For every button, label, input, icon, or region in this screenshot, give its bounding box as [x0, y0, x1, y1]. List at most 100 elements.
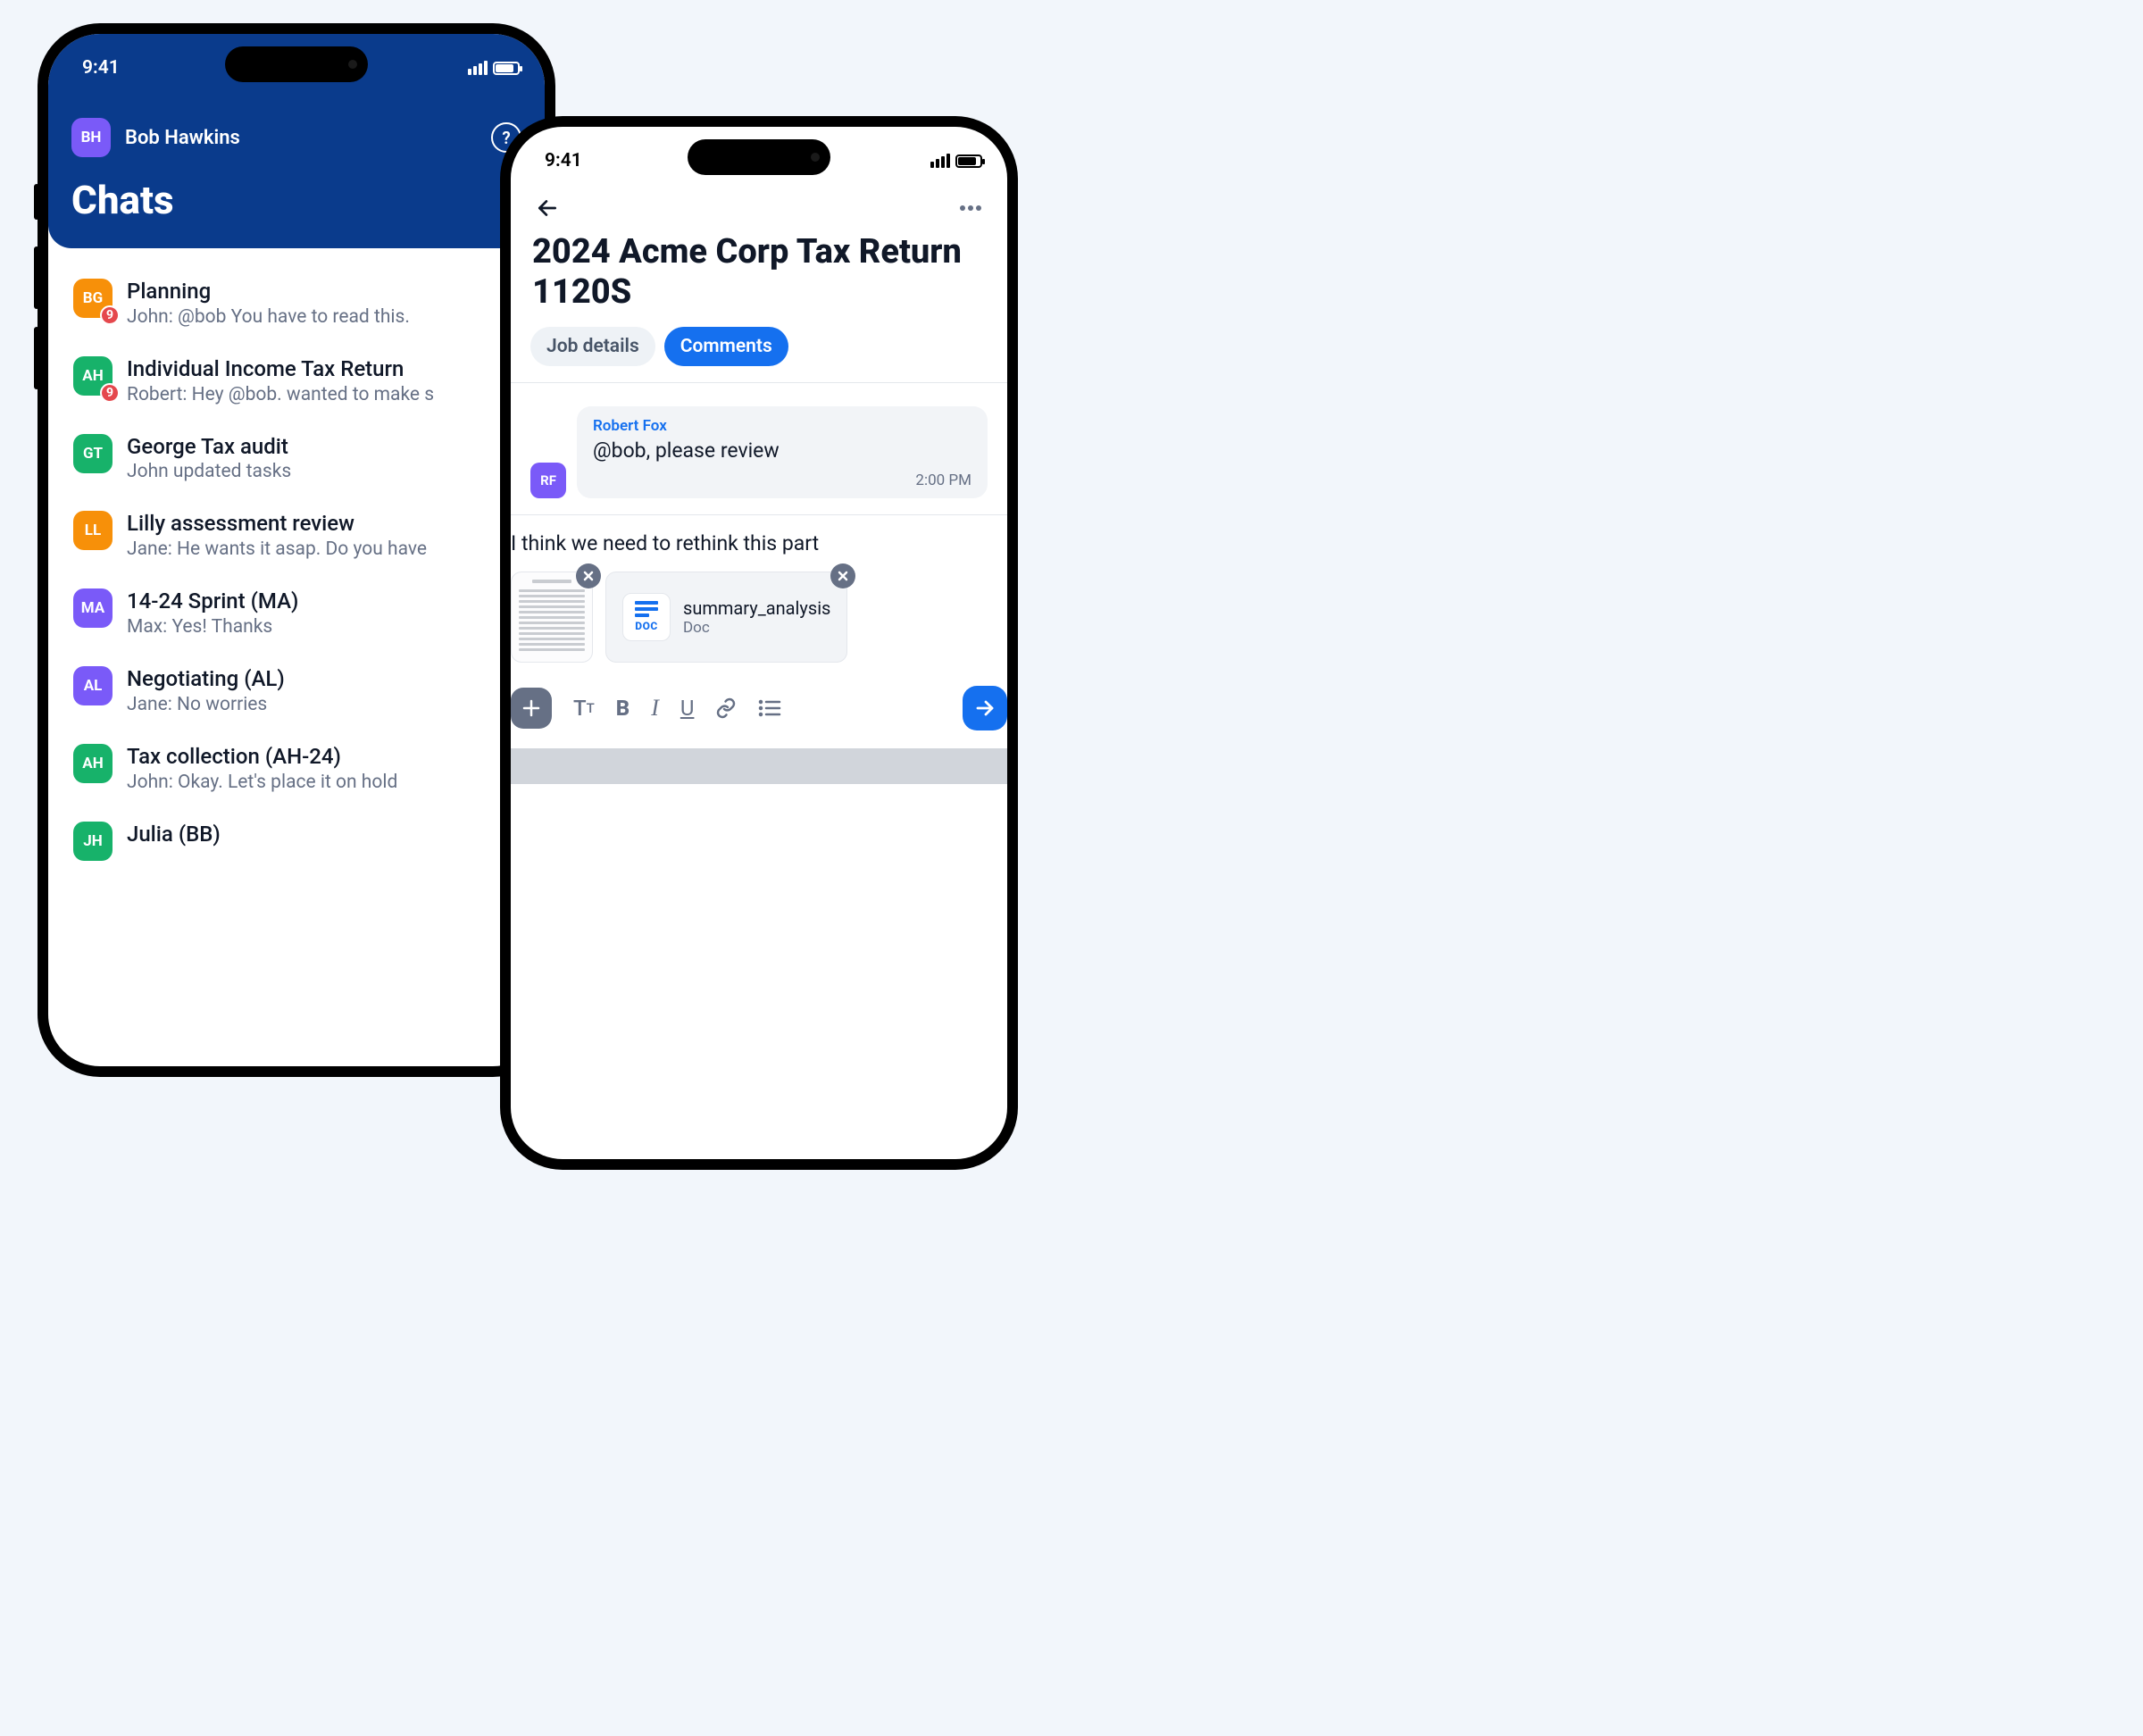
avatar-initials: AH: [82, 367, 103, 385]
current-user-avatar: BH: [71, 118, 111, 157]
chat-title: Tax collection (AH-24): [127, 744, 538, 770]
avatar-initials: GT: [83, 445, 103, 463]
current-user-row[interactable]: BH Bob Hawkins ?: [48, 86, 545, 164]
list-icon: [758, 699, 781, 717]
doc-file-icon: DOC: [622, 593, 671, 641]
avatar-initials: LL: [85, 522, 101, 539]
chat-title: 14-24 Sprint (MA): [127, 588, 538, 614]
chat-item[interactable]: JHJulia (BB): [64, 813, 545, 870]
avatar-initials: JH: [83, 832, 103, 850]
text-size-icon: T: [573, 696, 587, 721]
composer: I think we need to rethink this part: [511, 515, 1007, 739]
chat-preview: Max: Yes! Thanks: [127, 616, 538, 638]
plus-icon: [521, 698, 541, 718]
avatar-initials: BH: [81, 129, 102, 146]
status-time: 9:41: [82, 57, 120, 79]
chat-preview: Robert: Hey @bob. wanted to make s: [127, 384, 538, 405]
remove-attachment-button[interactable]: [830, 563, 855, 588]
chat-title: George Tax audit: [127, 434, 538, 460]
tabs: Job details Comments: [530, 327, 988, 382]
phone-thread: 9:41 2024 Acme Corp Tax Return 1120S Job…: [500, 116, 1018, 1170]
chat-item[interactable]: LL Lilly assessment reviewJane: He wants …: [64, 502, 545, 569]
chat-item[interactable]: BG9 PlanningJohn: @bob You have to read t…: [64, 270, 545, 337]
add-attachment-button[interactable]: [511, 688, 552, 729]
chat-avatar: JH: [73, 822, 113, 861]
chat-avatar: AH: [73, 744, 113, 783]
chat-item[interactable]: GT George Tax auditJohn updated tasks: [64, 425, 545, 492]
bold-button[interactable]: B: [616, 696, 630, 721]
battery-icon: [493, 62, 520, 75]
thread-title: 2024 Acme Corp Tax Return 1120S: [530, 227, 988, 327]
chat-title: Planning: [127, 279, 538, 305]
bold-icon: B: [616, 696, 630, 721]
chat-item[interactable]: AL Negotiating (AL)Jane: No worries: [64, 657, 545, 724]
tab-job-details[interactable]: Job details: [530, 327, 655, 366]
page-title: Chats: [48, 164, 545, 223]
battery-icon: [955, 154, 982, 168]
arrow-left-icon: [536, 196, 559, 220]
remove-attachment-button[interactable]: [576, 563, 601, 588]
notch: [688, 139, 830, 175]
link-icon: [715, 697, 737, 719]
link-button[interactable]: [715, 697, 737, 719]
keyboard-hint: [511, 748, 1007, 784]
chat-avatar: MA: [73, 588, 113, 628]
chat-list[interactable]: BG9PlanningJohn: @bob You have to read t…: [48, 248, 545, 870]
close-icon: [583, 571, 594, 581]
chat-preview: Jane: No worries: [127, 694, 538, 715]
more-button[interactable]: [959, 204, 982, 212]
underline-button[interactable]: U: [680, 696, 695, 721]
unread-badge: 9: [100, 383, 120, 403]
chat-avatar: GT: [73, 434, 113, 473]
arrow-right-icon: [974, 697, 996, 719]
chat-item[interactable]: MA 14-24 Sprint (MA)Max: Yes! Thanks: [64, 580, 545, 647]
tab-comments[interactable]: Comments: [664, 327, 788, 366]
avatar-initials: AH: [82, 755, 103, 772]
back-button[interactable]: [536, 196, 559, 220]
phone-chats: 9:41 BH Bob Hawkins ? Chats BG9PlanningJ…: [38, 23, 555, 1077]
text-size-button[interactable]: TT: [573, 696, 595, 721]
chat-item[interactable]: AH Tax collection (AH-24)John: Okay. Let'…: [64, 735, 545, 802]
comment-text: @bob, please review: [593, 438, 971, 463]
italic-button[interactable]: I: [651, 695, 659, 722]
list-button[interactable]: [758, 699, 781, 717]
screen-chats: 9:41 BH Bob Hawkins ? Chats BG9PlanningJ…: [48, 34, 545, 1066]
avatar-initials: RF: [540, 472, 556, 488]
attachment-image[interactable]: [511, 572, 593, 663]
chat-preview: John: @bob You have to read this.: [127, 306, 538, 328]
unread-badge: 9: [100, 305, 120, 325]
chat-avatar: AL: [73, 666, 113, 705]
italic-icon: I: [651, 695, 659, 722]
comment-bubble[interactable]: Robert Fox @bob, please review 2:00 PM: [577, 406, 988, 498]
send-button[interactable]: [963, 686, 1007, 730]
chat-avatar: LL: [73, 511, 113, 550]
attachment-file[interactable]: DOC summary_analysis Doc: [605, 572, 847, 663]
signal-icon: [930, 154, 950, 168]
more-horizontal-icon: [959, 204, 982, 212]
comment-author: Robert Fox: [593, 417, 971, 435]
avatar-initials: BG: [83, 289, 103, 307]
chat-preview: Jane: He wants it asap. Do you have: [127, 538, 538, 560]
comment-row: RF Robert Fox @bob, please review 2:00 P…: [530, 383, 988, 514]
chat-title: Negotiating (AL): [127, 666, 538, 692]
current-user-name: Bob Hawkins: [125, 127, 477, 149]
screen-thread: 9:41 2024 Acme Corp Tax Return 1120S Job…: [511, 127, 1007, 1159]
avatar-initials: MA: [81, 599, 104, 617]
signal-icon: [468, 61, 488, 75]
comment-time: 2:00 PM: [593, 472, 971, 489]
notch: [225, 46, 368, 82]
underline-icon: U: [680, 696, 695, 721]
chat-avatar: AH9: [73, 356, 113, 396]
attachment-filename: summary_analysis: [683, 597, 830, 619]
status-time: 9:41: [545, 150, 582, 171]
composer-toolbar: TT B I U: [511, 686, 1007, 739]
chat-preview: John updated tasks: [127, 461, 538, 482]
chat-preview: John: Okay. Let's place it on hold: [127, 772, 538, 793]
chat-title: Lilly assessment review: [127, 511, 538, 537]
attachment-filetype: Doc: [683, 619, 830, 637]
text-size-icon-small: T: [587, 700, 595, 716]
avatar-initials: AL: [84, 677, 103, 695]
composer-input[interactable]: I think we need to rethink this part: [511, 531, 1007, 555]
chat-item[interactable]: AH9Individual Income Tax ReturnRobert: H…: [64, 347, 545, 414]
chat-avatar: BG9: [73, 279, 113, 318]
